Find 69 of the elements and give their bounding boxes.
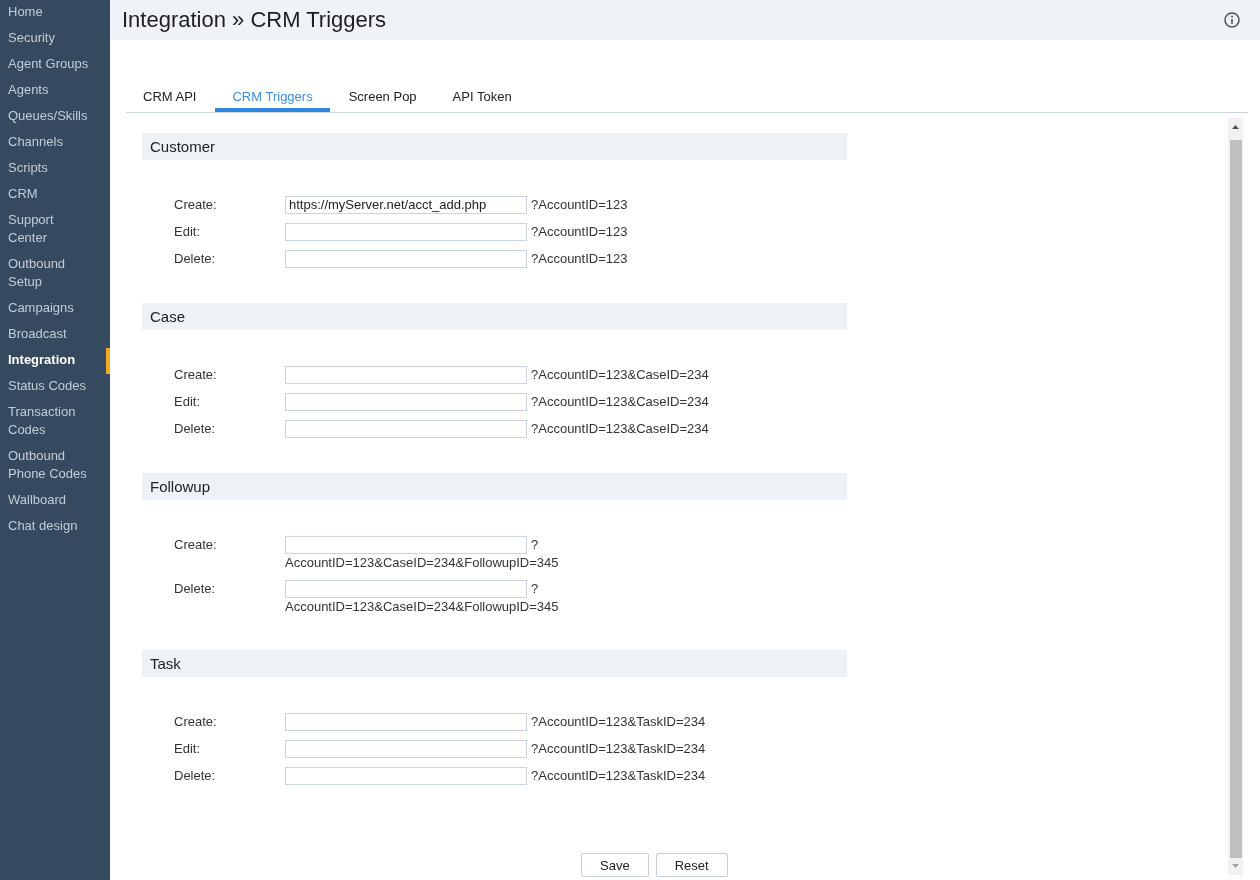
sidebar-item[interactable]: Wallboard bbox=[0, 488, 110, 514]
field-label: Edit: bbox=[174, 393, 201, 411]
query-suffix: ?AccountID=123 bbox=[531, 223, 628, 240]
tab[interactable]: CRM API bbox=[126, 85, 214, 112]
field-label: Delete: bbox=[174, 580, 217, 598]
field-label: Create: bbox=[174, 536, 218, 554]
section-header: Customer bbox=[142, 133, 847, 160]
query-suffix: ? bbox=[531, 536, 539, 553]
input-field[interactable] bbox=[285, 766, 527, 785]
field-label: Delete: bbox=[174, 420, 217, 438]
input-field[interactable] bbox=[285, 712, 527, 731]
section-header: Case bbox=[142, 303, 847, 330]
input-field[interactable] bbox=[285, 222, 527, 241]
sidebar-item[interactable]: Broadcast bbox=[0, 322, 110, 348]
query-suffix: ?AccountID=123 bbox=[531, 196, 628, 213]
scrollbar-thumb[interactable] bbox=[1229, 140, 1242, 858]
sidebar-item[interactable]: Status Codes bbox=[0, 374, 110, 400]
sidebar-item[interactable]: Agents bbox=[0, 78, 110, 104]
sidebar-item[interactable]: Security bbox=[0, 26, 110, 52]
sidebar-item[interactable]: Outbound Setup bbox=[0, 252, 110, 296]
tab[interactable]: CRM Triggers bbox=[215, 85, 330, 112]
query-suffix: ? bbox=[531, 580, 539, 597]
tab[interactable]: Screen Pop bbox=[331, 85, 434, 112]
field-label: Create: bbox=[174, 366, 218, 384]
field-label: Edit: bbox=[174, 223, 201, 241]
query-suffix: ?AccountID=123&TaskID=234 bbox=[531, 740, 706, 757]
field-label: Delete: bbox=[174, 767, 217, 785]
field-label: Delete: bbox=[174, 250, 217, 268]
sidebar-item[interactable]: Chat design bbox=[0, 514, 110, 540]
sidebar-item[interactable]: Campaigns bbox=[0, 296, 110, 322]
input-field[interactable] bbox=[285, 535, 527, 554]
input-field[interactable] bbox=[285, 365, 527, 384]
query-suffix: ?AccountID=123 bbox=[531, 250, 628, 267]
input-field[interactable] bbox=[285, 739, 527, 758]
query-suffix: ?AccountID=123&TaskID=234 bbox=[531, 767, 706, 784]
sidebar-item[interactable]: Support Center bbox=[0, 208, 110, 252]
scroll-up-icon[interactable] bbox=[1232, 125, 1239, 129]
action-button[interactable]: Save bbox=[581, 853, 649, 877]
sidebar-item[interactable]: Queues/Skills bbox=[0, 104, 110, 130]
sidebar-item[interactable]: Integration bbox=[0, 348, 110, 374]
scrollbar[interactable] bbox=[1228, 118, 1243, 875]
scroll-down-icon[interactable] bbox=[1232, 864, 1239, 868]
tab[interactable]: API Token bbox=[435, 85, 529, 112]
query-suffix: ?AccountID=123&TaskID=234 bbox=[531, 713, 706, 730]
input-field[interactable] bbox=[285, 392, 527, 411]
input-field[interactable] bbox=[285, 419, 527, 438]
sidebar-item[interactable]: CRM bbox=[0, 182, 110, 208]
field-label: Create: bbox=[174, 713, 218, 731]
query-suffix: ?AccountID=123&CaseID=234 bbox=[531, 366, 709, 383]
input-field[interactable]: https://myServer.net/acct_add.php bbox=[285, 195, 527, 214]
sidebar-item[interactable]: Agent Groups bbox=[0, 52, 110, 78]
page-title: Integration » CRM Triggers bbox=[122, 7, 387, 33]
sidebar-item[interactable]: Outbound Phone Codes bbox=[0, 444, 110, 488]
section-header: Task bbox=[142, 650, 847, 677]
sidebar-item[interactable]: Scripts bbox=[0, 156, 110, 182]
action-button[interactable]: Reset bbox=[655, 853, 728, 877]
field-label: Edit: bbox=[174, 740, 201, 758]
query-suffix: AccountID=123&CaseID=234&FollowupID=345 bbox=[285, 555, 559, 570]
query-suffix: ?AccountID=123&CaseID=234 bbox=[531, 420, 709, 437]
info-icon[interactable] bbox=[1224, 12, 1240, 28]
query-suffix: ?AccountID=123&CaseID=234 bbox=[531, 393, 709, 410]
sidebar-item[interactable]: Transaction Codes bbox=[0, 400, 110, 444]
sidebar-item[interactable]: Home bbox=[0, 0, 110, 26]
section-header: Followup bbox=[142, 473, 847, 500]
sidebar-item[interactable]: Channels bbox=[0, 130, 110, 156]
query-suffix: AccountID=123&CaseID=234&FollowupID=345 bbox=[285, 599, 559, 614]
input-field[interactable] bbox=[285, 579, 527, 598]
input-field[interactable] bbox=[285, 249, 527, 268]
field-label: Create: bbox=[174, 196, 218, 214]
